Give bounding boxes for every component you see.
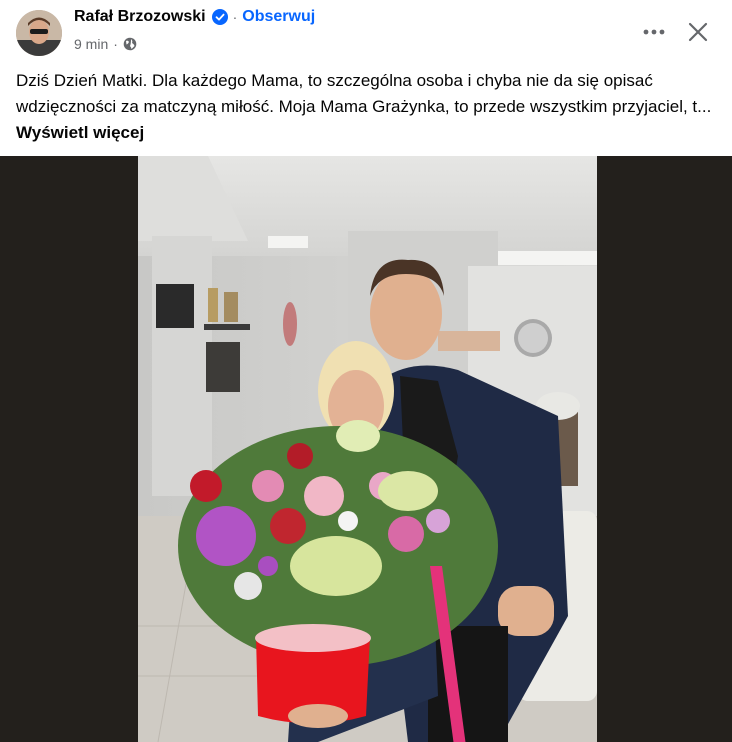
- close-button[interactable]: [682, 16, 714, 48]
- author-avatar[interactable]: [16, 10, 62, 56]
- verified-badge-icon: [211, 9, 228, 25]
- more-options-icon: [643, 29, 665, 35]
- post-meta: 9 min ·: [74, 36, 137, 52]
- post-timestamp[interactable]: 9 min: [74, 36, 108, 52]
- post-media[interactable]: [0, 156, 732, 742]
- follow-button[interactable]: Obserwuj: [242, 8, 315, 26]
- post-body: Dziś Dzień Matki. Dla każdego Mama, to s…: [16, 71, 712, 116]
- more-options-button[interactable]: [638, 16, 670, 48]
- see-more-link[interactable]: Wyświetl więcej: [16, 123, 144, 142]
- close-icon: [688, 22, 708, 42]
- post-text: Dziś Dzień Matki. Dla każdego Mama, to s…: [16, 68, 716, 146]
- post-header: Rafał Brzozowski · Obserwuj 9 min ·: [0, 0, 732, 62]
- avatar-image: [16, 10, 62, 56]
- separator-dot: ·: [232, 9, 238, 25]
- globe-icon[interactable]: [123, 37, 137, 51]
- author-line: Rafał Brzozowski · Obserwuj: [74, 8, 315, 26]
- author-name[interactable]: Rafał Brzozowski: [74, 8, 206, 26]
- separator-dot: ·: [113, 36, 118, 52]
- post-photo[interactable]: [138, 156, 597, 742]
